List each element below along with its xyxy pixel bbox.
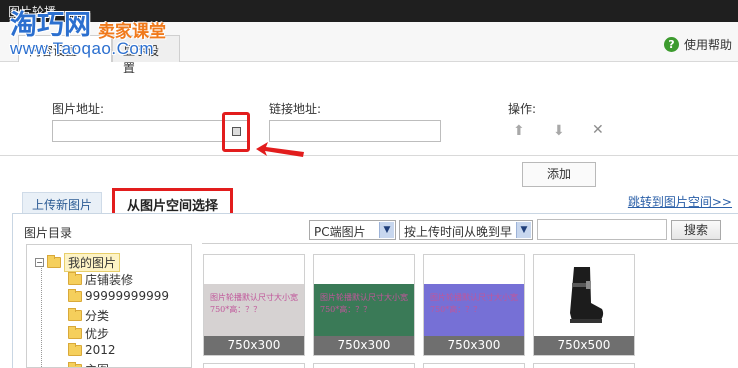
platform-select-value: PC端图片 [314,225,366,239]
arrow-down-icon[interactable]: ⬇ [553,123,565,139]
tree-item[interactable]: 主图 [68,361,109,367]
folder-icon [68,362,82,367]
tree-item[interactable]: 99999999999 [68,288,169,303]
sort-select[interactable]: 按上传时间从晚到早 ▼ [399,220,533,240]
directory-label: 图片目录 [24,226,73,240]
folder-icon [68,288,82,302]
thumbnail-size: 750x300 [204,336,304,355]
search-button[interactable]: 搜索 [671,220,721,240]
sort-select-value: 按上传时间从晚到早 [404,225,513,239]
delete-icon[interactable]: ✕ [592,122,604,138]
watermark: 淘巧网 卖家课堂 www.Taoqao.Com [10,10,166,59]
thumbnail-text: 图片轮播默认尺寸大小宽750*高：？？ [320,293,408,314]
tree-item-label: 优步 [85,327,110,341]
arrow-up-icon[interactable]: ⬆ [513,123,525,139]
thumbnail-image: 图片轮播默认尺寸大小宽750*高：？？ [204,284,304,337]
thumbnail-item[interactable] [533,363,635,368]
tree-guide-line [41,263,42,367]
help-label: 使用帮助 [683,38,732,52]
tree-root-label: 我的图片 [64,253,121,272]
thumbnail-item[interactable] [203,363,305,368]
thumbnail-text: 图片轮播默认尺寸大小宽750*高：？？ [210,293,298,314]
annotation-arrow [256,142,304,157]
folder-icon [68,272,82,285]
tree-item-label: 分类 [85,309,110,323]
folder-icon [47,255,61,268]
thumbnail-size: 750x300 [314,336,414,355]
collapse-icon[interactable]: − [35,258,44,267]
search-input[interactable] [537,219,667,240]
tab-divider [12,213,738,214]
link-url-label: 链接地址: [269,102,322,116]
thumbnail-item[interactable]: 图片轮播默认尺寸大小宽750*高：？？ 750x300 [203,254,305,356]
image-url-input[interactable] [52,120,248,142]
tree-item[interactable]: 店铺装修 [68,271,133,288]
folder-icon [68,308,82,321]
thumbnail-item[interactable]: 750x500 [533,254,635,356]
actions-label: 操作: [508,102,537,116]
tree-item-label: 99999999999 [85,289,169,303]
tree-item[interactable]: 优步 [68,325,109,342]
thumbnail-image: 图片轮播默认尺寸大小宽750*高：？？ [424,284,524,337]
watermark-url: www.Taoqao.Com [10,39,155,58]
thumbnail-text: 图片轮播默认尺寸大小宽750*高：？？ [430,293,518,314]
help-icon: ? [663,37,679,52]
folder-tree: − 我的图片 店铺装修 99999999999 分类 优步 2012 主图 [26,244,192,368]
tree-item[interactable]: 分类 [68,307,109,324]
watermark-logo: 淘巧网 [10,10,91,40]
thumbnail-size: 750x300 [424,336,524,355]
folder-icon [68,342,82,356]
tree-item-label: 店铺装修 [85,273,134,287]
help-link[interactable]: ? 使用帮助 [663,36,732,53]
add-button[interactable]: 添加 [522,162,596,187]
image-picker-button[interactable] [222,112,250,152]
platform-select[interactable]: PC端图片 ▼ [309,220,396,240]
chevron-down-icon: ▼ [516,222,531,238]
thumbnail-size: 750x500 [534,336,634,355]
image-picker-icon [232,127,241,136]
jump-to-image-space-link[interactable]: 跳转到图片空间>> [628,193,732,210]
boot-image [570,267,604,323]
thumbnail-item[interactable] [423,363,525,368]
thumbnail-item[interactable]: 图片轮播默认尺寸大小宽750*高：？？ 750x300 [313,254,415,356]
tree-item[interactable]: 2012 [68,342,116,357]
thumbnail-item[interactable] [313,363,415,368]
tree-item-label: 主图 [85,361,109,367]
thumbnail-image: 图片轮播默认尺寸大小宽750*高：？？ [314,284,414,337]
folder-icon [68,326,82,339]
tree-item-label: 2012 [85,343,116,357]
thumbnail-item[interactable]: 图片轮播默认尺寸大小宽750*高：？？ 750x300 [423,254,525,356]
image-url-label: 图片地址: [52,102,105,116]
link-url-input[interactable] [269,120,441,142]
chevron-down-icon: ▼ [379,222,394,238]
tree-root[interactable]: − 我的图片 [35,253,121,272]
tab-upload-new-image[interactable]: 上传新图片 [22,192,102,214]
